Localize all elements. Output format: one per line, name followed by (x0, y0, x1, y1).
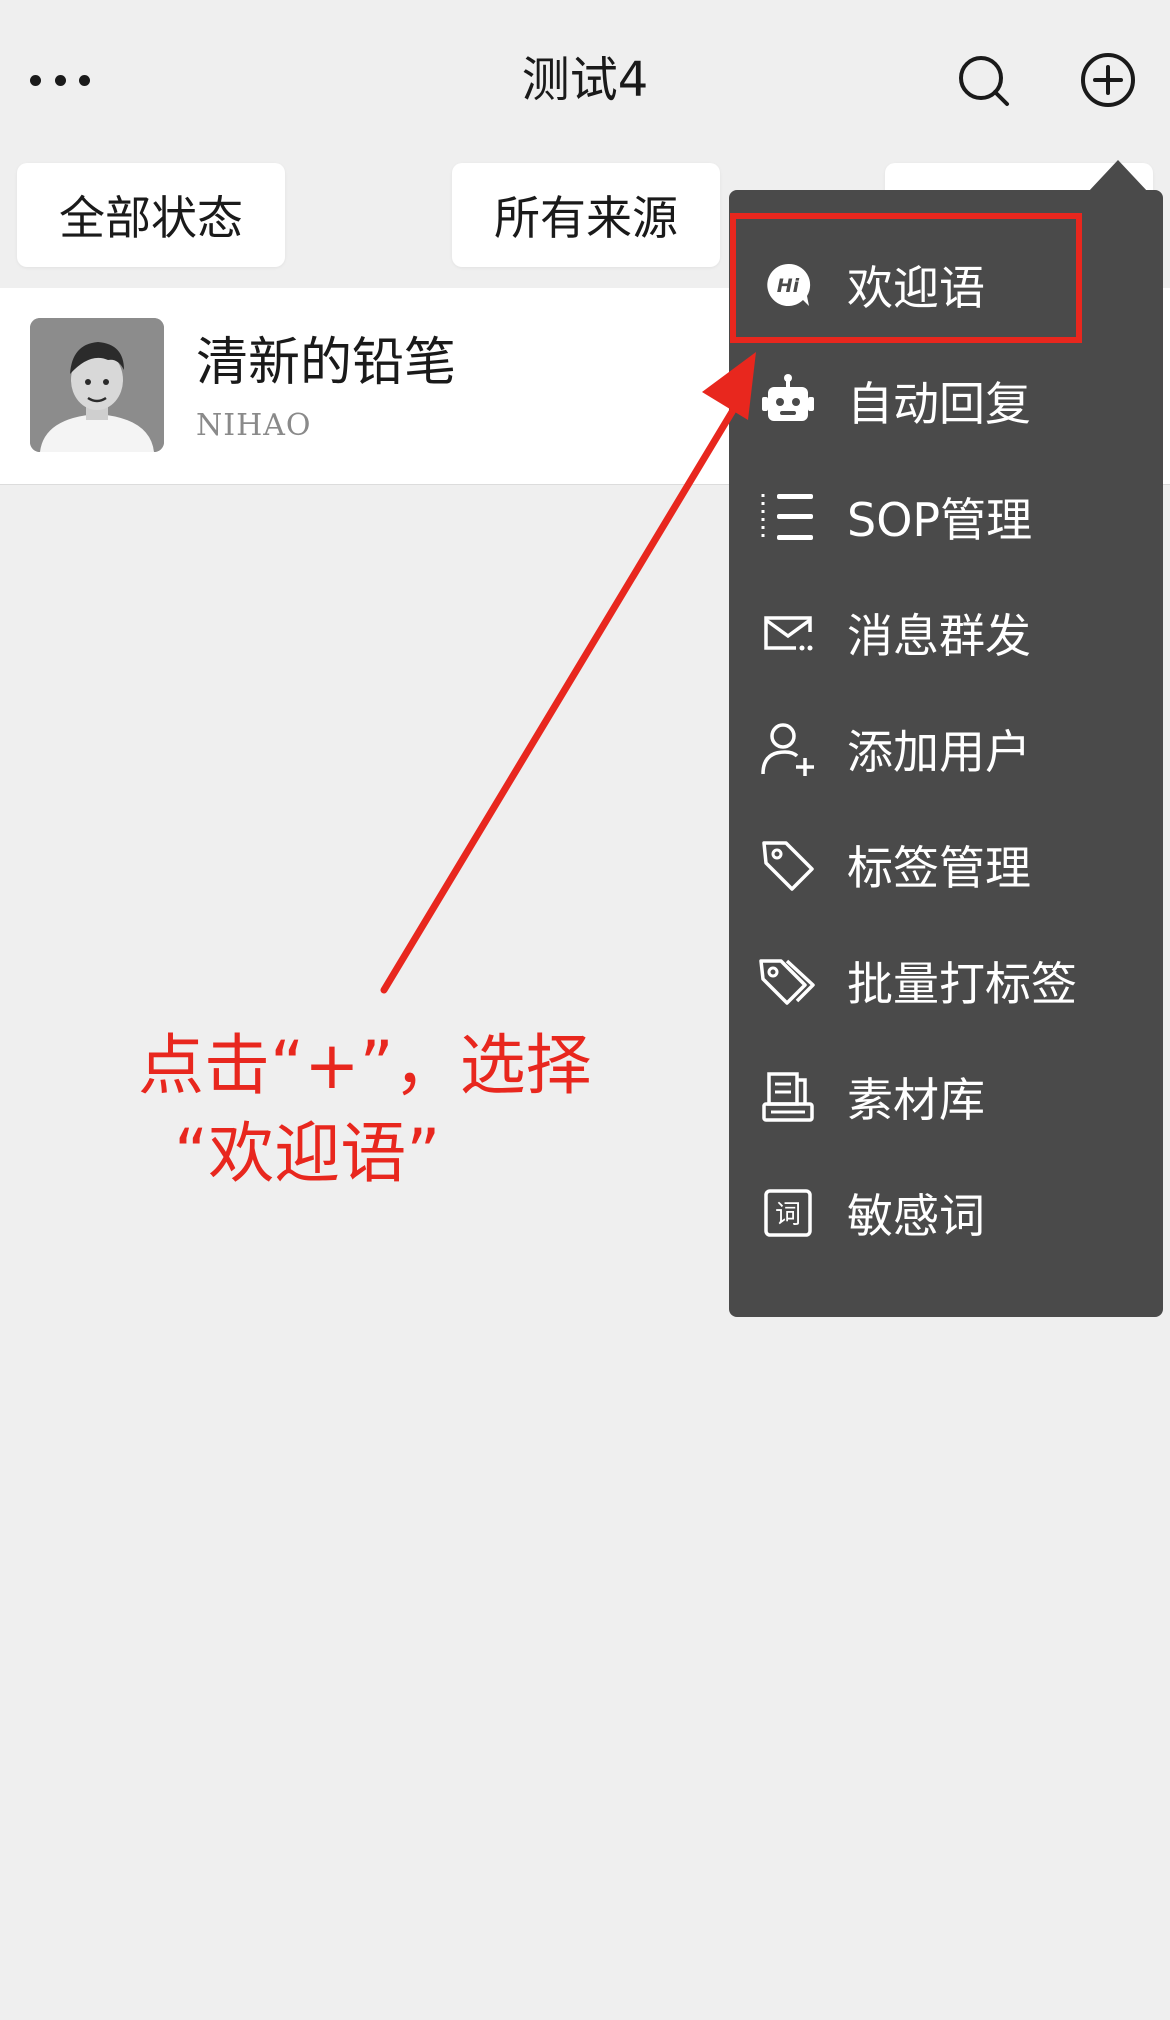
menu-item-sop[interactable]: SOP管理 (729, 459, 1163, 575)
menu-item-sensitive-words[interactable]: 词 敏感词 (729, 1155, 1163, 1271)
material-library-icon (759, 1068, 817, 1126)
add-user-icon (759, 720, 817, 778)
menu-label-sensitive-words: 敏感词 (847, 1189, 985, 1243)
plus-dropdown-menu: Hi 欢迎语 自动回复 SOP管理 消息群发 添加用户 标签管理 批量打标签 素… (729, 190, 1163, 1317)
menu-label-sop: SOP管理 (847, 493, 1033, 547)
plus-circle-icon[interactable] (1078, 50, 1138, 110)
tag-icon (759, 836, 817, 894)
top-nav-bar: 测试4 (0, 0, 1170, 160)
list-icon (759, 488, 817, 546)
multi-tag-icon (759, 952, 817, 1010)
highlight-box (730, 213, 1082, 343)
contact-name: 清新的铅笔 (196, 333, 457, 393)
avatar (30, 318, 164, 452)
menu-caret (1088, 160, 1148, 192)
menu-item-add-user[interactable]: 添加用户 (729, 691, 1163, 807)
page-title: 测试4 (521, 52, 649, 108)
sensitive-word-icon: 词 (759, 1184, 817, 1242)
menu-label-material-library: 素材库 (847, 1073, 985, 1127)
robot-icon (759, 372, 817, 430)
annotation-line2: “欢迎语” (174, 1115, 441, 1192)
filter-all-sources[interactable]: 所有来源 (452, 163, 720, 267)
menu-item-tag-management[interactable]: 标签管理 (729, 807, 1163, 923)
contact-subtitle: NIHAO (196, 408, 312, 443)
menu-label-tag-management: 标签管理 (847, 841, 1031, 895)
annotation-line1: 点击“+”，选择 (138, 1027, 592, 1104)
menu-label-auto-reply: 自动回复 (847, 377, 1031, 431)
mail-broadcast-icon (759, 604, 817, 662)
menu-item-auto-reply[interactable]: 自动回复 (729, 343, 1163, 459)
menu-label-add-user: 添加用户 (847, 725, 1031, 779)
menu-label-batch-tag: 批量打标签 (847, 957, 1077, 1011)
menu-item-material-library[interactable]: 素材库 (729, 1039, 1163, 1155)
menu-item-batch-tag[interactable]: 批量打标签 (729, 923, 1163, 1039)
menu-item-broadcast[interactable]: 消息群发 (729, 575, 1163, 691)
svg-text:词: 词 (775, 1200, 801, 1230)
more-dots-icon[interactable] (30, 58, 90, 102)
annotation-note: 点击“+”，选择 “欢迎语” (138, 1022, 592, 1198)
menu-label-broadcast: 消息群发 (847, 609, 1031, 663)
filter-all-status[interactable]: 全部状态 (17, 163, 285, 267)
search-icon[interactable] (955, 52, 1011, 108)
